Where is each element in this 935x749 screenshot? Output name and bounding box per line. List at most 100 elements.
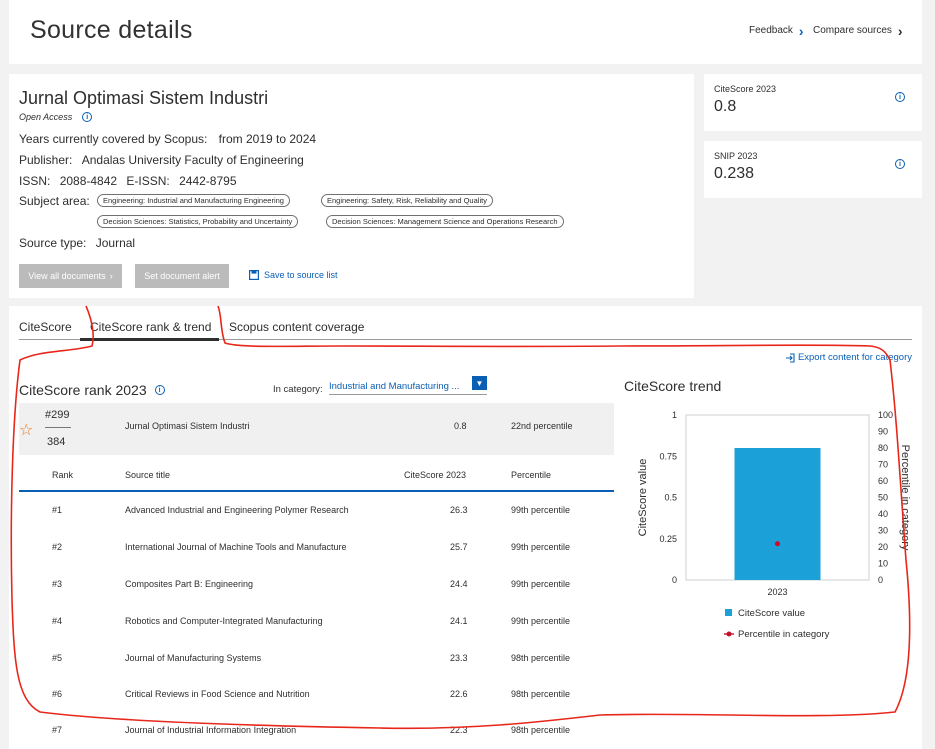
legend-swatch-citescore [725, 609, 732, 616]
subject-tag[interactable]: Decision Sciences: Statistics, Probabili… [97, 215, 299, 228]
tab-bar: CiteScore CiteScore rank & trend Scopus … [19, 318, 912, 341]
issn-label: ISSN: [19, 174, 51, 188]
x-tick-label: 2023 [767, 587, 787, 597]
view-all-documents-button[interactable]: View all documents › [19, 264, 122, 288]
feedback-link[interactable]: Feedback › [749, 22, 804, 39]
issn-value: 2088-4842 [59, 174, 118, 188]
row-score: 25.7 [450, 542, 468, 552]
row-score: 24.1 [450, 616, 468, 626]
page-title: Source details [30, 16, 193, 44]
current-rank: #299 [45, 409, 70, 421]
column-header-rank[interactable]: Rank [52, 470, 73, 480]
y2-tick-label: 50 [878, 493, 888, 503]
chevron-right-icon: › [109, 271, 113, 281]
info-icon[interactable]: i [895, 159, 905, 169]
chevron-down-icon[interactable]: ▼ [472, 376, 487, 390]
open-access: Open Access i [19, 112, 93, 122]
open-access-label: Open Access [19, 112, 73, 122]
table-row[interactable]: #3 Composites Part B: Engineering 24.4 9… [19, 564, 614, 600]
info-icon[interactable]: i [895, 92, 905, 102]
table-row[interactable]: #1 Advanced Industrial and Engineering P… [19, 492, 614, 528]
rank-trend-panel: CiteScore CiteScore rank & trend Scopus … [9, 306, 922, 749]
eissn-value: 2442-8795 [179, 174, 237, 188]
row-rank: #2 [52, 542, 63, 552]
y-axis-label: CiteScore value [637, 459, 649, 537]
view-all-label: View all documents [28, 271, 106, 281]
column-header-percentile[interactable]: Percentile [511, 470, 551, 480]
citescore-label: CiteScore 2023 [714, 84, 777, 94]
current-source-row: ☆ #299 384 Jurnal Optimasi Sistem Indust… [19, 403, 614, 455]
subject-tag[interactable]: Engineering: Industrial and Manufacturin… [97, 194, 290, 207]
y2-tick-label: 40 [878, 509, 888, 519]
info-icon[interactable]: i [82, 112, 93, 122]
table-header: Rank Source title CiteScore 2023 Percent… [19, 458, 614, 492]
row-rank: #6 [52, 689, 63, 699]
row-score: 24.4 [450, 579, 468, 589]
set-document-alert-button[interactable]: Set document alert [135, 264, 229, 288]
row-score: 23.3 [450, 653, 468, 663]
legend-label-percentile: Percentile in category [738, 629, 830, 640]
export-label: Export content for category [797, 352, 912, 363]
chevron-right-icon: › [897, 22, 903, 39]
star-icon[interactable]: ☆ [19, 420, 33, 440]
snip-value: 0.238 [714, 165, 755, 182]
publisher-label: Publisher: [19, 153, 73, 167]
source-type-row: Source type: Journal [19, 236, 135, 250]
row-title[interactable]: Advanced Industrial and Engineering Poly… [125, 505, 349, 515]
row-percentile: 99th percentile [511, 616, 571, 626]
y2-tick-label: 90 [878, 427, 888, 437]
publisher-row: Publisher: Andalas University Faculty of… [19, 153, 304, 167]
row-percentile: 99th percentile [511, 542, 571, 552]
legend-point-percentile [726, 631, 732, 637]
row-percentile: 99th percentile [511, 579, 571, 589]
y2-tick-label: 20 [878, 542, 888, 552]
table-row[interactable]: #6 Critical Reviews in Food Science and … [19, 674, 614, 710]
column-header-title[interactable]: Source title [125, 470, 170, 480]
chevron-right-icon: › [798, 22, 804, 39]
compare-sources-link[interactable]: Compare sources › [813, 22, 903, 39]
tab-scopus-content-coverage[interactable]: Scopus content coverage [229, 320, 364, 334]
y2-tick-label: 70 [878, 460, 888, 470]
row-rank: #7 [52, 725, 63, 735]
subject-tag[interactable]: Decision Sciences: Management Science an… [326, 215, 564, 228]
y2-tick-label: 80 [878, 443, 888, 453]
y2-axis-label: Percentile in category [899, 445, 911, 551]
rank-title: CiteScore rank 2023 i [19, 382, 165, 398]
feedback-label: Feedback [749, 25, 793, 36]
column-header-score[interactable]: CiteScore 2023 [404, 470, 466, 480]
table-row[interactable]: #4 Robotics and Computer-Integrated Manu… [19, 601, 614, 637]
category-select[interactable]: Industrial and Manufacturing ... [329, 378, 487, 395]
current-source-title: Jurnal Optimasi Sistem Industri [125, 421, 250, 431]
row-title[interactable]: International Journal of Machine Tools a… [125, 542, 346, 552]
tab-citescore-rank-trend[interactable]: CiteScore rank & trend [90, 320, 211, 334]
export-content-link[interactable]: Export content for category [785, 352, 912, 363]
row-rank: #3 [52, 579, 63, 589]
source-type-label: Source type: [19, 236, 87, 250]
years-label: Years currently covered by Scopus: [19, 132, 208, 146]
row-title[interactable]: Critical Reviews in Food Science and Nut… [125, 689, 310, 699]
table-row[interactable]: #5 Journal of Manufacturing Systems 23.3… [19, 637, 614, 673]
info-icon[interactable]: i [154, 385, 165, 395]
citescore-card: CiteScore 2023 0.8 i [704, 74, 922, 131]
row-title[interactable]: Journal of Industrial Information Integr… [125, 725, 296, 735]
rank-divider [45, 427, 71, 428]
table-row[interactable]: #2 International Journal of Machine Tool… [19, 528, 614, 564]
row-title[interactable]: Robotics and Computer-Integrated Manufac… [125, 616, 323, 626]
row-title[interactable]: Journal of Manufacturing Systems [125, 653, 261, 663]
current-rank-total: 384 [47, 436, 66, 448]
set-alert-label: Set document alert [144, 271, 220, 281]
source-info-card: Jurnal Optimasi Sistem Industri Open Acc… [9, 74, 694, 298]
tab-citescore[interactable]: CiteScore [19, 320, 72, 334]
y2-tick-label: 10 [878, 559, 888, 569]
row-title[interactable]: Composites Part B: Engineering [125, 579, 253, 589]
save-to-source-list-link[interactable]: Save to source list [249, 270, 338, 280]
table-row[interactable]: #7 Journal of Industrial Information Int… [19, 710, 614, 746]
citescore-value: 0.8 [714, 98, 737, 115]
current-source-score: 0.8 [454, 421, 467, 431]
snip-label: SNIP 2023 [714, 151, 758, 161]
y-tick-label: 0.25 [659, 534, 677, 544]
eissn-label: E-ISSN: [126, 174, 170, 188]
current-source-percentile: 22nd percentile [511, 421, 573, 431]
page-header: Source details Feedback › Compare source… [9, 0, 922, 64]
subject-tag[interactable]: Engineering: Safety, Risk, Reliability a… [321, 194, 493, 207]
